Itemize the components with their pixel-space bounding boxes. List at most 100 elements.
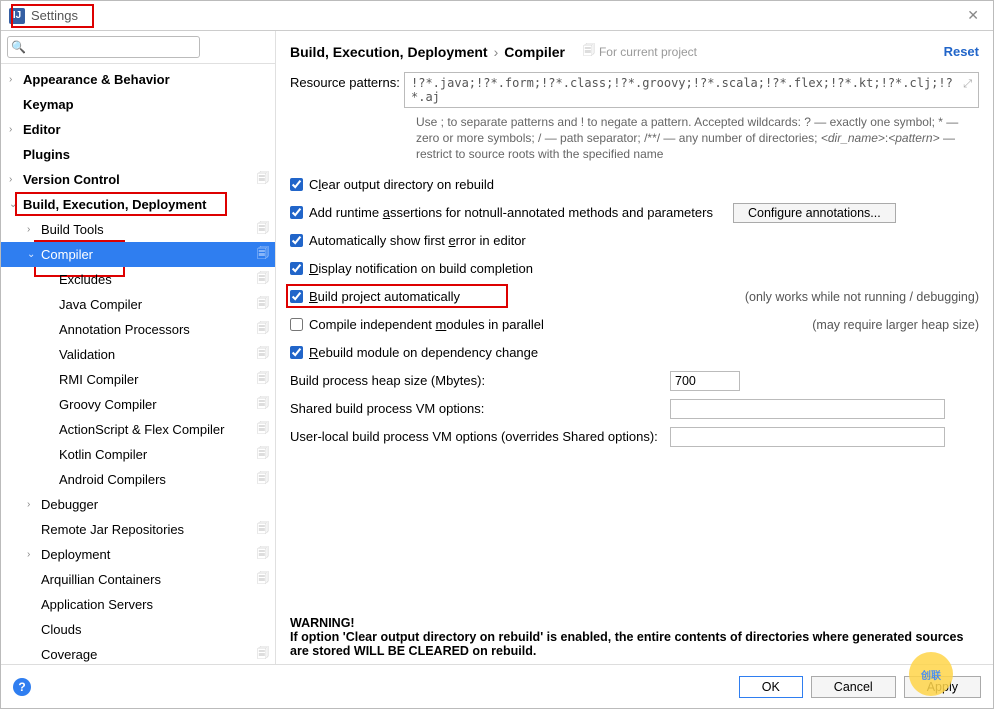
project-scope-icon: 🗐 (257, 469, 269, 490)
breadcrumb: Build, Execution, Deployment›Compiler (290, 44, 565, 60)
tree-item-remote-jar-repositories[interactable]: ›Remote Jar Repositories🗐 (1, 517, 275, 542)
project-scope-icon: 🗐 (257, 569, 269, 590)
build-auto-note: (only works while not running / debuggin… (745, 290, 979, 304)
rebuild-dependency-label: Rebuild module on dependency change (309, 345, 538, 360)
heap-size-label: Build process heap size (Mbytes): (290, 373, 670, 388)
tree-item-application-servers[interactable]: ›Application Servers (1, 592, 275, 617)
for-current-project-label: 🗐 For current project (583, 41, 697, 62)
tree-item-label: Groovy Compiler (59, 397, 257, 412)
sidebar: 🔍 ›Appearance & Behavior›Keymap›Editor›P… (1, 31, 276, 664)
reset-link[interactable]: Reset (944, 44, 979, 59)
resource-patterns-label: Resource patterns: (290, 72, 404, 90)
project-scope-icon: 🗐 (257, 444, 269, 465)
help-icon[interactable]: ? (13, 678, 31, 696)
app-icon: IJ (9, 8, 25, 24)
apply-button[interactable]: Apply (904, 676, 981, 698)
search-input[interactable] (7, 36, 200, 58)
tree-item-groovy-compiler[interactable]: ›Groovy Compiler🗐 (1, 392, 275, 417)
tree-item-validation[interactable]: ›Validation🗐 (1, 342, 275, 367)
resource-patterns-hint: Use ; to separate patterns and ! to nega… (416, 114, 979, 163)
tree-item-label: Remote Jar Repositories (41, 522, 257, 537)
tree-item-label: Excludes (59, 272, 257, 287)
project-scope-icon: 🗐 (257, 344, 269, 365)
cancel-button[interactable]: Cancel (811, 676, 896, 698)
tree-item-debugger[interactable]: ›Debugger (1, 492, 275, 517)
main-panel: Build, Execution, Deployment›Compiler 🗐 … (276, 31, 993, 664)
settings-tree[interactable]: ›Appearance & Behavior›Keymap›Editor›Plu… (1, 64, 275, 664)
tree-item-label: Coverage (41, 647, 257, 662)
close-icon[interactable]: ✕ (961, 5, 985, 26)
build-auto-checkbox[interactable] (290, 290, 303, 303)
tree-item-keymap[interactable]: ›Keymap (1, 92, 275, 117)
window-title: Settings (31, 8, 78, 23)
compile-parallel-checkbox[interactable] (290, 318, 303, 331)
build-auto-label: Build project automatically (309, 289, 460, 304)
tree-item-label: Validation (59, 347, 257, 362)
project-scope-icon: 🗐 (257, 269, 269, 290)
configure-annotations-button[interactable]: Configure annotations... (733, 203, 896, 223)
compile-parallel-label: Compile independent modules in parallel (309, 317, 544, 332)
tree-item-label: Build, Execution, Deployment (23, 197, 275, 212)
tree-item-coverage[interactable]: ›Coverage🗐 (1, 642, 275, 664)
tree-item-label: Version Control (23, 172, 257, 187)
settings-window: IJ Settings ✕ 🔍 ›Appearance & Behavior›K… (0, 0, 994, 709)
project-icon: 🗐 (583, 41, 595, 62)
resource-patterns-input[interactable]: !?*.java;!?*.form;!?*.class;!?*.groovy;!… (404, 72, 979, 108)
warning-text: WARNING! If option 'Clear output directo… (290, 616, 979, 664)
tree-item-java-compiler[interactable]: ›Java Compiler🗐 (1, 292, 275, 317)
tree-item-label: Keymap (23, 97, 275, 112)
project-scope-icon: 🗐 (257, 169, 269, 190)
tree-item-label: Clouds (41, 622, 275, 637)
ok-button[interactable]: OK (739, 676, 803, 698)
heap-size-input[interactable] (670, 371, 740, 391)
chevron-icon: ⌄ (27, 249, 41, 260)
tree-item-appearance-behavior[interactable]: ›Appearance & Behavior (1, 67, 275, 92)
expand-icon[interactable]: ⤢ (963, 77, 972, 91)
tree-item-label: Compiler (41, 247, 257, 262)
tree-item-label: Deployment (41, 547, 257, 562)
tree-item-arquillian-containers[interactable]: ›Arquillian Containers🗐 (1, 567, 275, 592)
tree-item-version-control[interactable]: ›Version Control🗐 (1, 167, 275, 192)
local-vm-input[interactable] (670, 427, 945, 447)
tree-item-label: ActionScript & Flex Compiler (59, 422, 257, 437)
tree-item-compiler[interactable]: ⌄Compiler🗐 (1, 242, 275, 267)
tree-item-label: Appearance & Behavior (23, 72, 275, 87)
tree-item-label: Editor (23, 122, 275, 137)
auto-show-error-label: Automatically show first error in editor (309, 233, 526, 248)
tree-item-editor[interactable]: ›Editor (1, 117, 275, 142)
tree-item-label: Debugger (41, 497, 275, 512)
tree-item-actionscript-flex-compiler[interactable]: ›ActionScript & Flex Compiler🗐 (1, 417, 275, 442)
tree-item-build-tools[interactable]: ›Build Tools🗐 (1, 217, 275, 242)
tree-item-annotation-processors[interactable]: ›Annotation Processors🗐 (1, 317, 275, 342)
tree-item-clouds[interactable]: ›Clouds (1, 617, 275, 642)
chevron-icon: › (27, 499, 41, 510)
chevron-icon: ⌄ (9, 199, 23, 210)
main-header: Build, Execution, Deployment›Compiler 🗐 … (290, 41, 979, 62)
clear-output-checkbox[interactable] (290, 178, 303, 191)
project-scope-icon: 🗐 (257, 244, 269, 265)
shared-vm-label: Shared build process VM options: (290, 401, 670, 416)
tree-item-build-execution-deployment[interactable]: ⌄Build, Execution, Deployment (1, 192, 275, 217)
project-scope-icon: 🗐 (257, 294, 269, 315)
project-scope-icon: 🗐 (257, 219, 269, 240)
footer: ? OK Cancel Apply 创联 (1, 664, 993, 708)
chevron-icon: › (27, 549, 41, 560)
search-icon: 🔍 (11, 40, 26, 54)
chevron-icon: › (9, 74, 23, 85)
add-runtime-assertions-checkbox[interactable] (290, 206, 303, 219)
tree-item-plugins[interactable]: ›Plugins (1, 142, 275, 167)
display-notification-checkbox[interactable] (290, 262, 303, 275)
shared-vm-input[interactable] (670, 399, 945, 419)
auto-show-error-checkbox[interactable] (290, 234, 303, 247)
rebuild-dependency-checkbox[interactable] (290, 346, 303, 359)
clear-output-label: Clear output directory on rebuild (309, 177, 494, 192)
tree-item-rmi-compiler[interactable]: ›RMI Compiler🗐 (1, 367, 275, 392)
project-scope-icon: 🗐 (257, 394, 269, 415)
tree-item-kotlin-compiler[interactable]: ›Kotlin Compiler🗐 (1, 442, 275, 467)
tree-item-label: Plugins (23, 147, 275, 162)
tree-item-excludes[interactable]: ›Excludes🗐 (1, 267, 275, 292)
tree-item-deployment[interactable]: ›Deployment🗐 (1, 542, 275, 567)
compile-parallel-note: (may require larger heap size) (812, 318, 979, 332)
add-runtime-assertions-label: Add runtime assertions for notnull-annot… (309, 205, 713, 220)
tree-item-android-compilers[interactable]: ›Android Compilers🗐 (1, 467, 275, 492)
